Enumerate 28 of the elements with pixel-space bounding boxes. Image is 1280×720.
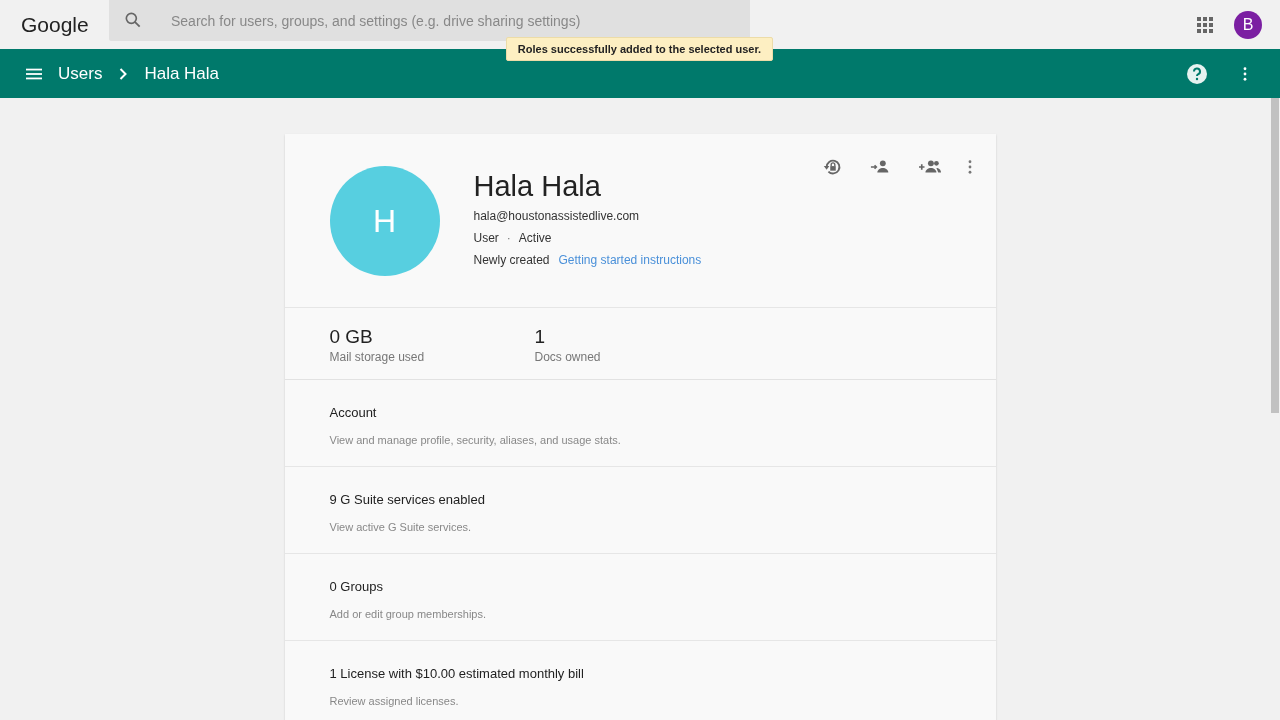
- stat-value: 1: [534, 326, 547, 348]
- stat-value: 0 GB: [329, 326, 374, 348]
- more-options-icon[interactable]: [967, 160, 972, 174]
- breadcrumb-link[interactable]: Users: [58, 63, 103, 84]
- section-row[interactable]: 1 License with $10.00 estimated monthly bill Review assigned licenses.: [284, 641, 996, 720]
- stat-label: Docs owned: [534, 350, 602, 364]
- user-avatar: H: [329, 166, 440, 276]
- help-icon[interactable]: [1187, 63, 1207, 84]
- page-title: Hala Hala: [144, 63, 220, 84]
- apps-grid-icon[interactable]: [1197, 16, 1213, 33]
- notification-toast: Roles successfully added to the selected user.: [506, 37, 773, 61]
- menu-icon[interactable]: [26, 67, 42, 80]
- separator-dot: ·: [506, 231, 511, 245]
- created-label: Newly created: [473, 253, 550, 267]
- stat-label: Mail storage used: [329, 350, 426, 364]
- user-role: User: [473, 231, 499, 245]
- section-row[interactable]: 9 G Suite services enabled View active G Suite services.: [284, 467, 996, 554]
- section-row[interactable]: Account View and manage profile, security, aliases, and usage stats.: [284, 380, 996, 467]
- search-field[interactable]: Search for users, groups, and settings (e.g. drive sharing settings): [109, 0, 750, 41]
- user-name: Hala Hala: [473, 170, 602, 203]
- scrollbar-thumb[interactable]: [1271, 98, 1279, 413]
- chevron-icon: [119, 67, 128, 80]
- google-logo[interactable]: Google: [21, 12, 109, 37]
- user-email: hala@houstonassistedlive.com: [473, 209, 641, 223]
- section-row[interactable]: 0 Groups Add or edit group memberships.: [284, 554, 996, 641]
- user-status: Active: [518, 231, 552, 245]
- more-options-icon[interactable]: [1243, 66, 1247, 81]
- account-avatar[interactable]: B: [1234, 10, 1262, 39]
